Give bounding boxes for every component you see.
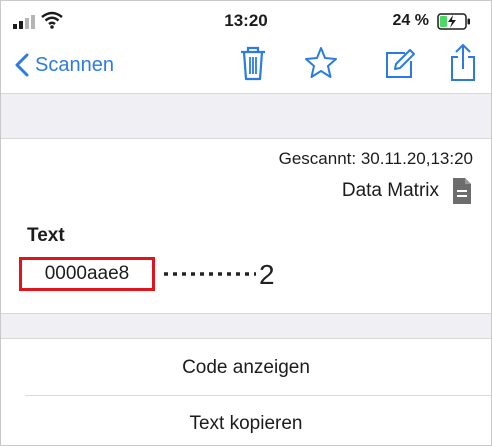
actions-divider [1, 338, 491, 339]
battery-charging-icon [437, 13, 470, 30]
show-code-button[interactable]: Code anzeigen [1, 357, 491, 379]
annotation-marker: 2 [259, 259, 275, 290]
trash-icon[interactable] [235, 43, 271, 83]
code-type-row: Data Matrix [342, 177, 473, 205]
document-icon[interactable] [451, 177, 473, 205]
text-section-heading: Text [27, 225, 65, 246]
share-icon[interactable] [445, 43, 481, 83]
section-divider [1, 138, 491, 139]
section-spacer [1, 94, 491, 138]
edit-icon[interactable] [381, 43, 417, 83]
back-button[interactable]: Scannen [15, 47, 114, 83]
screen: 13:20 24 % Scannen Gescannt: 30.11.20,13… [0, 0, 492, 446]
navigation-bar: Scannen [1, 37, 491, 93]
scanned-text-value[interactable]: 0000aae8 [19, 257, 155, 291]
scanned-timestamp: Gescannt: 30.11.20,13:20 [278, 149, 473, 168]
back-button-label: Scannen [35, 53, 114, 76]
copy-text-button[interactable]: Text kopieren [1, 413, 491, 435]
annotation-dotted-line [164, 272, 256, 276]
chevron-left-icon [15, 53, 29, 77]
action-separator [25, 395, 491, 396]
star-icon[interactable] [303, 43, 339, 83]
status-bar: 13:20 24 % [1, 1, 491, 37]
code-type-label: Data Matrix [341, 180, 439, 201]
actions-spacer [1, 314, 491, 338]
battery-percentage: 24 % [392, 12, 429, 29]
